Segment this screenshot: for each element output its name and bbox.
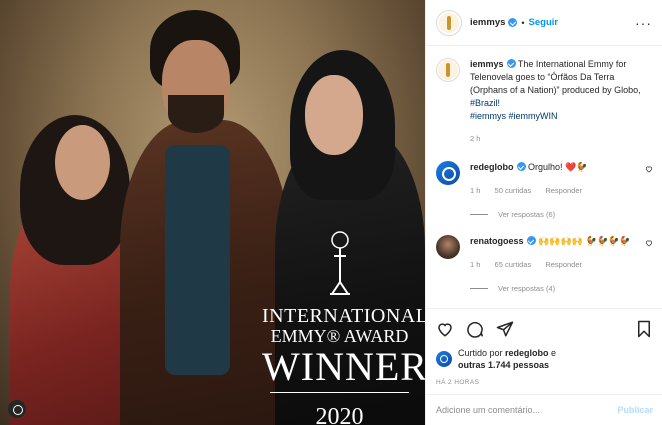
hashtag-brazil[interactable]: #Brazil! (470, 98, 500, 108)
comments-list[interactable]: iemmys The International Emmy for Teleno… (426, 46, 662, 308)
bookmark-icon[interactable] (635, 320, 653, 338)
award-line-winner: WINNER (262, 344, 425, 389)
liked-and: e (548, 348, 557, 358)
caption-time[interactable]: 2 h (470, 134, 480, 143)
liked-others[interactable]: outras 1.744 pessoas (458, 360, 549, 370)
award-divider (270, 392, 409, 393)
tagged-users-icon[interactable] (8, 400, 26, 418)
caption: iemmys The International Emmy for Teleno… (436, 58, 653, 145)
man-shirt (165, 145, 230, 375)
add-comment-bar: Adicione um comentário... Publicar (426, 394, 662, 425)
replies-dash (470, 288, 488, 289)
comment-emoji: ❤️🐓 (565, 163, 588, 173)
view-replies-button[interactable]: Ver respostas (6) (470, 210, 653, 219)
post-side-panel: iemmys • Seguir ··· iemmys The Internati… (425, 0, 662, 425)
comment-username[interactable]: redeglobo (470, 162, 514, 172)
award-line-year: 2020 (315, 404, 364, 425)
caption-meta: 2 h (470, 132, 653, 145)
emmy-award-overlay: INTERNATIONAL EMMY® AWARD WINNER 2020 (262, 230, 425, 425)
liked-by-avatar[interactable] (436, 351, 452, 367)
hashtag-iemmywin[interactable]: #iemmyWIN (509, 111, 558, 121)
view-replies-button[interactable]: Ver respostas (4) (470, 284, 653, 293)
list-item: renatogoess 🙌🙌🙌🙌 🐓🐓🐓🐓 1 h 65 curtidas Re… (436, 235, 653, 271)
separator-dot: • (521, 17, 525, 28)
comment-username[interactable]: renatogoess (470, 236, 524, 246)
caption-username[interactable]: iemmys (470, 59, 504, 69)
man-beard (168, 95, 224, 133)
liked-user[interactable]: redeglobo (505, 348, 549, 358)
comment-input[interactable]: Adicione um comentário... (436, 405, 540, 415)
liked-prefix: Curtido por (458, 348, 506, 358)
verified-icon (516, 162, 526, 171)
hashtag-iemmys[interactable]: #iemmys (470, 111, 506, 121)
post-photo[interactable]: INTERNATIONAL EMMY® AWARD WINNER 2020 (0, 0, 425, 425)
comment-icon[interactable] (466, 320, 484, 338)
post-timestamp[interactable]: HÁ 2 HORAS (436, 379, 653, 386)
verified-icon (508, 18, 518, 27)
follow-button[interactable]: Seguir (529, 17, 559, 28)
woman-right-face (305, 75, 363, 155)
list-item: redeglobo Orgulho! ❤️🐓 1 h 50 curtidas R… (436, 161, 653, 197)
view-replies-label: Ver respostas (6) (498, 210, 556, 219)
reply-button[interactable]: Responder (545, 186, 582, 195)
comment-likes[interactable]: 65 curtidas (495, 260, 532, 269)
action-icons (436, 317, 653, 341)
like-icon[interactable] (436, 320, 454, 338)
comment-time[interactable]: 1 h (470, 186, 480, 195)
post-header: iemmys • Seguir ··· (426, 0, 662, 46)
like-comment-icon[interactable] (645, 165, 653, 173)
renatogoess-avatar[interactable] (436, 235, 460, 259)
comment-emoji: 🙌🙌🙌🙌 🐓🐓🐓🐓 (538, 237, 631, 247)
comment-meta: 1 h 65 curtidas Responder (470, 258, 639, 271)
reply-button[interactable]: Responder (545, 260, 582, 269)
caption-avatar[interactable] (436, 58, 460, 82)
replies-dash (470, 214, 488, 215)
publish-button[interactable]: Publicar (617, 405, 653, 415)
comment-likes[interactable]: 50 curtidas (495, 186, 532, 195)
avatar[interactable] (436, 9, 462, 36)
view-replies-label: Ver respostas (4) (498, 284, 556, 293)
comment-text: Orgulho! (525, 162, 566, 172)
post-actions: Curtido por redeglobo e outras 1.744 pes… (426, 308, 662, 386)
more-options-icon[interactable]: ··· (635, 15, 652, 31)
header-username[interactable]: iemmys (470, 17, 505, 28)
redeglobo-avatar[interactable] (436, 161, 460, 185)
verified-icon (526, 236, 536, 245)
liked-by: Curtido por redeglobo e outras 1.744 pes… (436, 347, 653, 371)
like-comment-icon[interactable] (645, 239, 653, 247)
verified-icon (506, 59, 516, 68)
comment-meta: 1 h 50 curtidas Responder (470, 184, 639, 197)
emmy-statue-icon (320, 230, 360, 300)
share-icon[interactable] (496, 320, 514, 338)
award-line-emmy: EMMY® AWARD (270, 326, 409, 346)
award-line-international: INTERNATIONAL (262, 305, 425, 327)
woman-left-face (55, 125, 110, 200)
comment-time[interactable]: 1 h (470, 260, 480, 269)
